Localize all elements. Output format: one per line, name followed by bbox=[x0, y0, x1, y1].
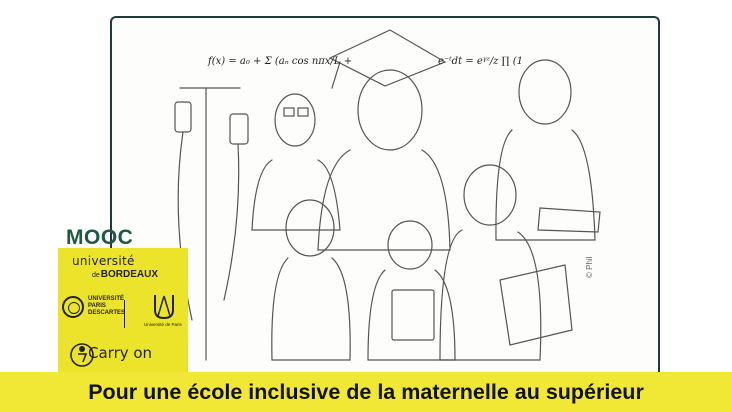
paris-descartes-line1: UNIVERSITÉ bbox=[88, 296, 125, 302]
paris-descartes-logo: UNIVERSITÉ PARIS DESCARTES bbox=[88, 296, 125, 317]
universite-de-paris-icon bbox=[154, 295, 174, 320]
math-formula-right: e⁻ᵗdt = eᵞᶻ/z ∏ (1 bbox=[438, 56, 524, 67]
descartes-seal-icon bbox=[62, 296, 84, 318]
universite-de-paris-caption: Université de Paris bbox=[144, 322, 182, 327]
bordeaux-logo-name: BORDEAUX bbox=[100, 269, 159, 280]
bordeaux-logo-de: de bbox=[92, 272, 100, 279]
title-banner: Pour une école inclusive de la maternell… bbox=[0, 372, 732, 412]
mooc-label: MOOC bbox=[66, 226, 134, 249]
math-formula-left: f(x) = a₀ + Σ (aₙ cos nπx/L + bbox=[208, 56, 353, 67]
paris-descartes-line2: PARIS bbox=[88, 303, 106, 309]
partner-logos-panel: université deBORDEAUX UNIVERSITÉ PARIS D… bbox=[58, 248, 188, 374]
paris-descartes-line3: DESCARTES bbox=[88, 310, 126, 316]
banner-title: Pour une école inclusive de la maternell… bbox=[88, 380, 644, 404]
bordeaux-logo-line1: université bbox=[72, 254, 135, 268]
bordeaux-logo-line2: deBORDEAUX bbox=[92, 269, 158, 280]
artist-credit: © Phil bbox=[585, 256, 594, 278]
carry-on-text: Carry on bbox=[88, 344, 153, 362]
logo-divider bbox=[124, 300, 125, 328]
